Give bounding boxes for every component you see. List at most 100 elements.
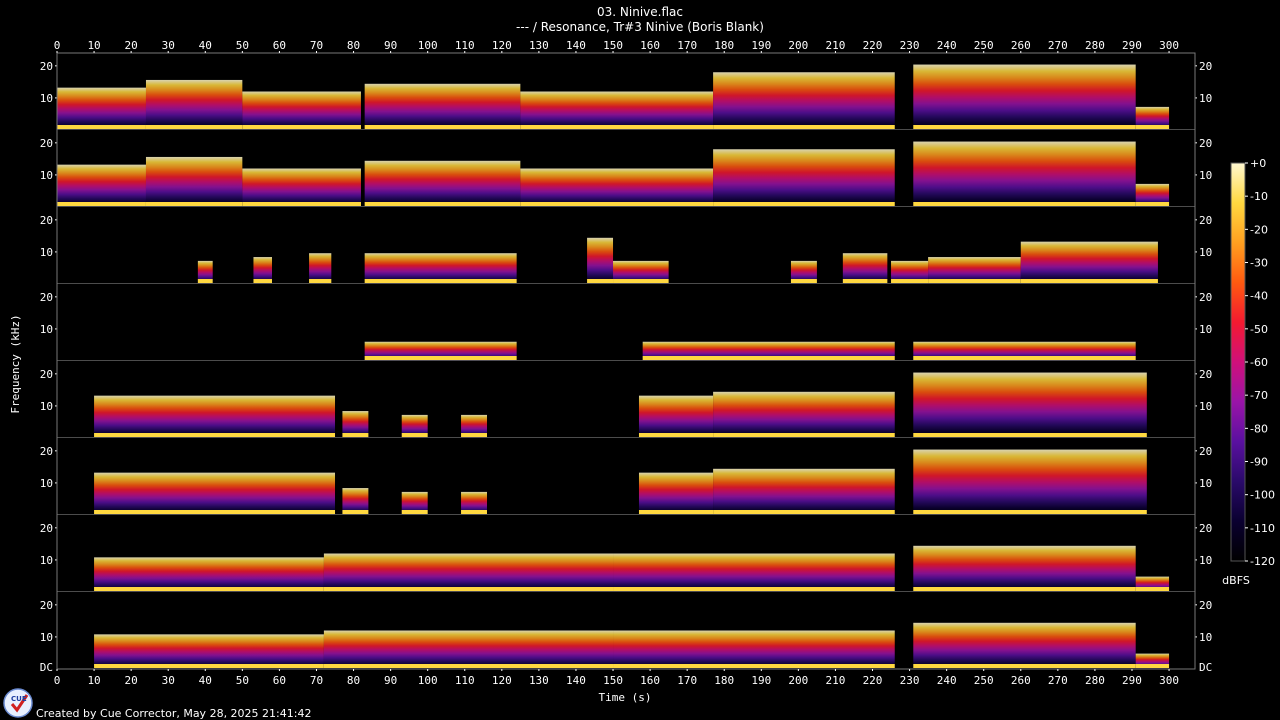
spectral-energy-block [913, 449, 1147, 515]
spectral-energy-block [713, 72, 895, 130]
y-tick-label-right: 10 [1199, 92, 1212, 105]
low-frequency-band [913, 356, 1136, 360]
x-tick-label-bottom: 70 [310, 674, 323, 687]
spectral-energy-block [613, 630, 895, 669]
x-tick-label-bottom: 140 [566, 674, 586, 687]
x-tick-label-top: 240 [937, 39, 957, 52]
y-tick-label-left: 10 [40, 631, 53, 644]
x-tick-label-top: 80 [347, 39, 360, 52]
x-axis-title: Time (s) [599, 691, 652, 704]
y-tick-label-right: 10 [1199, 169, 1212, 182]
spectral-energy-block [913, 64, 1136, 130]
x-tick-label-top: 260 [1011, 39, 1031, 52]
low-frequency-band [242, 202, 361, 206]
colorbar-tick-label: +0 [1250, 157, 1266, 170]
channel-panel-8: 20 20 10 10 DC DC [40, 592, 1212, 674]
y-tick-label-right: 10 [1199, 477, 1212, 490]
x-tick-label-bottom: 90 [384, 674, 397, 687]
low-frequency-band [364, 279, 517, 283]
spectral-energy-block [364, 83, 521, 130]
spectral-energy-block [520, 91, 714, 130]
x-tick-label-bottom: 190 [751, 674, 771, 687]
spectral-energy-block [364, 160, 521, 207]
spectral-energy-block [638, 472, 714, 515]
channel-panel-5: 20 20 10 10 [40, 361, 1212, 439]
x-tick-label-top: 40 [199, 39, 212, 52]
y-tick-label-left: 20 [40, 445, 53, 458]
x-tick-label-top: 20 [125, 39, 138, 52]
colorbar-tick-label: -20 [1250, 223, 1268, 236]
x-tick-label-bottom: 300 [1159, 674, 1179, 687]
low-frequency-band [94, 433, 336, 437]
x-tick-label-top: 70 [310, 39, 323, 52]
spectral-energy-block [57, 87, 146, 130]
x-tick-label-top: 60 [273, 39, 286, 52]
x-tick-label-bottom: 170 [677, 674, 697, 687]
x-tick-label-bottom: 150 [603, 674, 623, 687]
channel-panel-1: 20 20 10 10 [40, 53, 1212, 131]
colorbar-tick-label: -110 [1250, 522, 1275, 535]
colorbar-label: dBFS [1222, 574, 1250, 587]
low-frequency-band [94, 664, 324, 668]
x-tick-label-top: 130 [529, 39, 549, 52]
y-tick-label-right: 10 [1199, 631, 1212, 644]
low-frequency-band [587, 279, 614, 283]
y-tick-label-left: 10 [40, 477, 53, 490]
spectral-energy-block [520, 168, 714, 207]
channel-panel-4: 20 20 10 10 [40, 284, 1212, 362]
low-frequency-band [790, 279, 817, 283]
y-tick-label-left: 20 [40, 60, 53, 73]
spectral-energy-block [145, 156, 243, 207]
y-tick-label-right: 20 [1199, 599, 1212, 612]
colorbar-tick-label: -30 [1250, 257, 1268, 270]
x-tick-label-top: 220 [863, 39, 883, 52]
low-frequency-band [842, 279, 888, 283]
y-tick-label-left: 20 [40, 214, 53, 227]
low-frequency-band [713, 125, 895, 129]
x-tick-label-bottom: 20 [125, 674, 138, 687]
x-tick-label-bottom: 110 [455, 674, 475, 687]
footer-credit: Created by Cue Corrector, May 28, 2025 2… [36, 707, 312, 720]
y-axis-title: Frequency (kHz) [9, 314, 22, 413]
low-frequency-band [145, 202, 243, 206]
x-tick-label-bottom: 280 [1085, 674, 1105, 687]
channel-panels: 20 20 10 10 20 20 10 10 20 20 10 10 20 20 10 10 20 20 10 10… [40, 52, 1212, 674]
y-tick-label-right: 20 [1199, 445, 1212, 458]
y-tick-label-left: 10 [40, 400, 53, 413]
x-tick-label-top: 150 [603, 39, 623, 52]
x-tick-label-top: 270 [1048, 39, 1068, 52]
spectral-energy-block [638, 395, 714, 438]
low-frequency-band [713, 510, 895, 514]
x-tick-label-top: 180 [714, 39, 734, 52]
x-tick-label-bottom: 260 [1011, 674, 1031, 687]
low-frequency-band [913, 202, 1136, 206]
colorbar-tick-label: -80 [1250, 422, 1268, 435]
y-tick-label-right: 10 [1199, 554, 1212, 567]
spectral-energy-block [713, 391, 895, 438]
spectral-energy-block [613, 553, 895, 592]
spectral-energy-block [94, 557, 324, 592]
y-tick-label-right: 20 [1199, 368, 1212, 381]
low-frequency-band [913, 510, 1147, 514]
y-tick-label-left: 10 [40, 246, 53, 259]
y-tick-label-right: 20 [1199, 522, 1212, 535]
low-frequency-band [342, 433, 369, 437]
low-frequency-band [1135, 664, 1170, 668]
x-tick-label-bottom: 30 [162, 674, 175, 687]
spectral-energy-block [1020, 241, 1158, 284]
spectral-energy-block [713, 149, 895, 207]
x-tick-label-top: 210 [825, 39, 845, 52]
low-frequency-band [364, 202, 521, 206]
low-frequency-band [309, 279, 332, 283]
spectral-energy-block [713, 468, 895, 515]
x-tick-label-top: 280 [1085, 39, 1105, 52]
y-tick-label-right: 20 [1199, 137, 1212, 150]
colorbar-tick-label: -50 [1250, 323, 1268, 336]
low-frequency-band [197, 279, 213, 283]
x-tick-label-top: 300 [1159, 39, 1179, 52]
x-tick-label-bottom: 50 [236, 674, 249, 687]
low-frequency-band [913, 664, 1136, 668]
low-frequency-band [913, 125, 1136, 129]
x-tick-label-top: 30 [162, 39, 175, 52]
colorbar-tick-label: -10 [1250, 190, 1268, 203]
